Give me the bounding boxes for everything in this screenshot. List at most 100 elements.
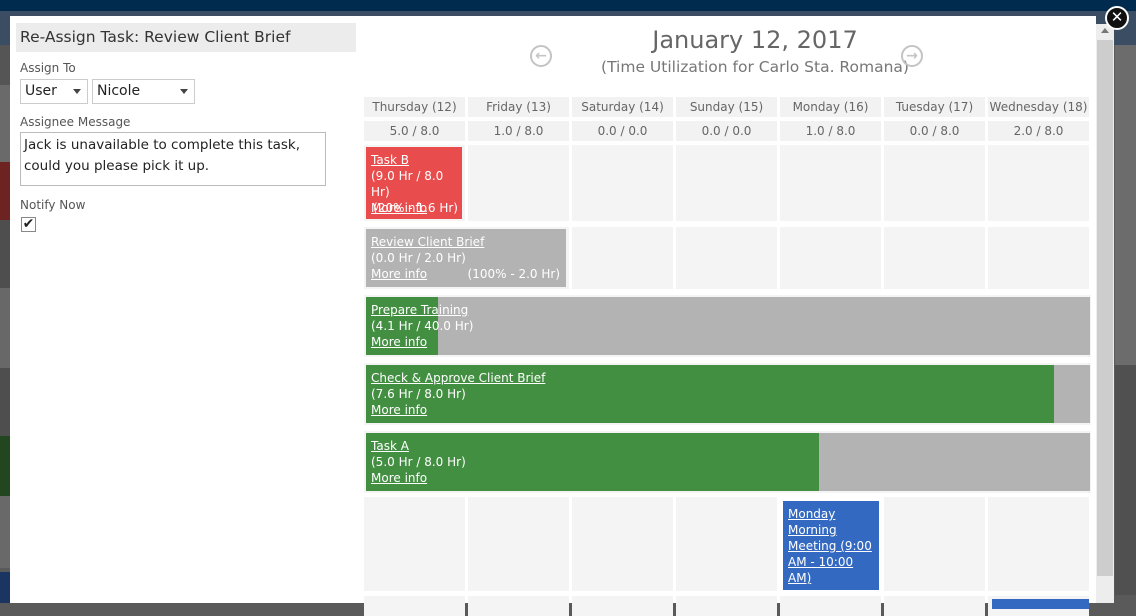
calendar-empty-cell[interactable] — [884, 227, 985, 289]
background-strip — [0, 288, 10, 368]
calendar-empty-cell[interactable] — [468, 145, 569, 221]
task-bar[interactable]: Task B (9.0 Hr / 8.0 Hr) More info (20% - 1… — [366, 147, 462, 219]
background-strip — [0, 572, 10, 603]
calendar-empty-cell[interactable] — [884, 145, 985, 221]
chevron-down-icon — [73, 89, 81, 94]
background-strip — [1115, 365, 1136, 595]
more-info-link[interactable]: More info — [371, 471, 427, 485]
calendar-empty-cell[interactable] — [884, 497, 985, 591]
task-name-link[interactable]: Task A — [371, 439, 409, 453]
calendar-empty-cell[interactable] — [780, 145, 881, 221]
task-bar[interactable]: Check & Approve Client Brief (7.6 Hr / 8.… — [366, 365, 1090, 423]
more-info-link[interactable]: More info — [371, 335, 427, 349]
day-usage: 1.0 / 8.0 — [468, 121, 569, 141]
meeting-event[interactable]: Monday Morning Meeting (9:00 AM - 10:00 … — [783, 501, 879, 590]
assignee-message-label: Assignee Message — [20, 115, 131, 129]
calendar-empty-cell[interactable] — [468, 497, 569, 591]
assignee-select[interactable]: Nicole — [92, 79, 195, 104]
day-header: Wednesday (18) — [988, 97, 1089, 117]
reassign-form: Re-Assign Task: Review Client Brief Assi… — [10, 16, 360, 603]
calendar-empty-cell[interactable] — [988, 497, 1089, 591]
day-header: Monday (16) — [780, 97, 881, 117]
day-usage: 0.0 / 0.0 — [676, 121, 777, 141]
day-usage: 0.0 / 8.0 — [884, 121, 985, 141]
task-bar[interactable]: Task A (5.0 Hr / 8.0 Hr) More info — [366, 433, 1090, 491]
calendar-empty-cell[interactable] — [572, 497, 673, 591]
calendar-empty-cell[interactable] — [364, 596, 465, 616]
calendar-empty-cell[interactable] — [780, 596, 881, 616]
task-percentage: (100% - 2.0 Hr) — [467, 267, 560, 281]
task-percentage: (20% - 1.6 Hr) — [373, 201, 458, 215]
day-usage: 2.0 / 8.0 — [988, 121, 1089, 141]
task-name-link[interactable]: Check & Approve Client Brief — [371, 371, 545, 385]
scrollbar-thumb[interactable] — [1097, 40, 1113, 576]
calendar-empty-cell[interactable] — [884, 596, 985, 616]
more-info-link[interactable]: More info — [371, 267, 427, 281]
assign-type-value: User — [25, 83, 57, 99]
day-header: Tuesday (17) — [884, 97, 985, 117]
calendar-empty-cell[interactable] — [468, 596, 569, 616]
calendar-empty-cell[interactable] — [676, 596, 777, 616]
arrow-left-icon: ← — [535, 48, 547, 64]
background-strip — [0, 162, 10, 220]
background-strip — [1115, 45, 1136, 365]
chevron-down-icon — [180, 89, 188, 94]
task-name-link[interactable]: Task B — [371, 153, 409, 167]
calendar-empty-cell[interactable] — [572, 145, 673, 221]
calendar-empty-cell[interactable] — [676, 227, 777, 289]
notify-now-checkbox[interactable]: ✔ — [21, 217, 36, 232]
calendar-empty-cell[interactable] — [572, 227, 673, 289]
calendar-subtitle: (Time Utilization for Carlo Sta. Romana) — [601, 58, 909, 76]
dialog-title: Re-Assign Task: Review Client Brief — [16, 23, 356, 52]
assign-type-select[interactable]: User — [20, 79, 88, 104]
calendar-empty-cell[interactable] — [780, 227, 881, 289]
task-hours: (7.6 Hr / 8.0 Hr) — [371, 387, 466, 401]
calendar-empty-cell[interactable] — [988, 227, 1089, 289]
task-hours: (9.0 Hr / 8.0 Hr) — [371, 169, 444, 199]
background-strip — [0, 85, 10, 162]
assign-to-label: Assign To — [20, 61, 76, 75]
calendar-event[interactable] — [992, 599, 1089, 609]
task-details: Task A (5.0 Hr / 8.0 Hr) More info — [371, 438, 466, 486]
notify-now-label: Notify Now — [20, 198, 86, 212]
task-bar[interactable]: Prepare Training (4.1 Hr / 40.0 Hr) More i… — [366, 297, 1090, 355]
reassign-task-modal: Re-Assign Task: Review Client Brief Assi… — [10, 16, 1114, 616]
background-strip — [0, 368, 10, 436]
task-name-link[interactable]: Review Client Brief — [371, 235, 484, 249]
scroll-up-icon[interactable] — [1101, 28, 1109, 33]
close-modal-button[interactable]: ✕ — [1105, 6, 1129, 30]
task-details: Check & Approve Client Brief (7.6 Hr / 8.… — [371, 370, 545, 418]
day-usage: 1.0 / 8.0 — [780, 121, 881, 141]
arrow-right-icon: → — [906, 48, 918, 64]
background-strip — [0, 220, 10, 288]
background-app-header — [0, 0, 1136, 11]
day-header: Saturday (14) — [572, 97, 673, 117]
task-hours: (0.0 Hr / 2.0 Hr) — [371, 251, 466, 265]
day-header: Sunday (15) — [676, 97, 777, 117]
assignee-value: Nicole — [97, 83, 141, 99]
calendar-date-title: January 12, 2017 — [652, 26, 858, 54]
background-strip — [0, 45, 10, 85]
calendar-empty-cell[interactable] — [572, 596, 673, 616]
checkmark-icon: ✔ — [22, 216, 35, 232]
day-header: Thursday (12) — [364, 97, 465, 117]
calendar-empty-cell[interactable] — [364, 497, 465, 591]
day-usage: 5.0 / 8.0 — [364, 121, 465, 141]
day-usage: 0.0 / 0.0 — [572, 121, 673, 141]
close-icon: ✕ — [1110, 8, 1124, 26]
task-hours: (5.0 Hr / 8.0 Hr) — [371, 455, 466, 469]
background-strip — [0, 436, 10, 496]
next-day-button[interactable]: → — [901, 45, 923, 67]
task-bar[interactable]: Review Client Brief (0.0 Hr / 2.0 Hr) More… — [366, 229, 566, 287]
calendar-empty-cell[interactable] — [676, 497, 777, 591]
previous-day-button[interactable]: ← — [530, 45, 552, 67]
day-header: Friday (13) — [468, 97, 569, 117]
task-name-link[interactable]: Prepare Training — [371, 303, 468, 317]
task-details: Prepare Training (4.1 Hr / 40.0 Hr) More i… — [371, 302, 473, 350]
calendar-empty-cell[interactable] — [988, 145, 1089, 221]
assignee-message-input[interactable]: Jack is unavailable to complete this tas… — [20, 132, 326, 186]
more-info-link[interactable]: More info — [371, 403, 427, 417]
calendar-empty-cell[interactable] — [676, 145, 777, 221]
background-strip — [0, 496, 10, 568]
meeting-link[interactable]: Monday Morning Meeting (9:00 AM - 10:00 … — [788, 507, 872, 585]
